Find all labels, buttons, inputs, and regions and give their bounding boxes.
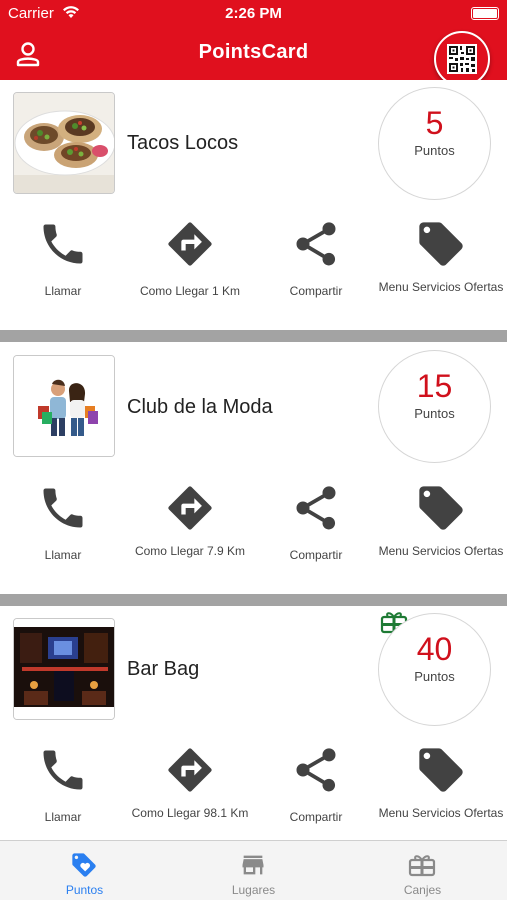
- status-bar: Carrier 2:26 PM: [0, 0, 507, 28]
- share-label: Compartir: [289, 548, 343, 562]
- app-title: PointsCard: [198, 41, 309, 63]
- share-button[interactable]: Compartir: [253, 210, 379, 320]
- directions-icon: [164, 744, 216, 796]
- call-label: Llamar: [44, 548, 82, 562]
- points-badge: 40 Puntos: [378, 613, 491, 726]
- qr-code-icon: [447, 44, 477, 74]
- points-badge: 5 Puntos: [378, 87, 491, 200]
- place-card-club-de-la-moda[interactable]: Club de la Moda 15 Puntos Llamar Como Ll…: [0, 342, 507, 594]
- menu-offers-button[interactable]: Menu Servicios Ofertas: [378, 736, 504, 840]
- share-icon: [290, 482, 342, 534]
- action-row: Llamar Como Llegar 1 Km Compartir Menu S…: [0, 210, 507, 320]
- share-icon: [290, 218, 342, 270]
- nav-bar: PointsCard: [0, 28, 507, 87]
- points-label: Puntos: [414, 406, 455, 421]
- place-image-tacos: [13, 92, 115, 194]
- place-name: Club de la Moda: [127, 396, 273, 418]
- place-name: Tacos Locos: [127, 132, 239, 154]
- tab-label: Puntos: [65, 883, 104, 897]
- directions-icon: [164, 218, 216, 270]
- action-row: Llamar Como Llegar 7.9 Km Compartir Menu…: [0, 474, 507, 584]
- tag-icon: [70, 851, 98, 879]
- share-button[interactable]: Compartir: [253, 474, 379, 584]
- battery-icon: [471, 7, 499, 20]
- points-value: 40: [416, 631, 453, 667]
- menu-offers-label: Menu Servicios Ofertas: [378, 544, 504, 558]
- menu-offers-button[interactable]: Menu Servicios Ofertas: [378, 474, 504, 584]
- place-image-fashion: [13, 355, 115, 457]
- share-icon: [290, 744, 342, 796]
- place-image-bar: [13, 618, 115, 720]
- status-time: 2:26 PM: [225, 5, 282, 22]
- share-button[interactable]: Compartir: [253, 736, 379, 840]
- tab-canjes[interactable]: Canjes: [338, 841, 507, 900]
- phone-icon: [37, 482, 89, 534]
- tab-puntos[interactable]: Puntos: [0, 841, 169, 900]
- points-label: Puntos: [414, 669, 455, 684]
- menu-offers-label: Menu Servicios Ofertas: [378, 280, 504, 294]
- tag-icon: [415, 218, 467, 270]
- phone-icon: [37, 218, 89, 270]
- call-button[interactable]: Llamar: [0, 210, 126, 320]
- card-separator: [0, 594, 507, 606]
- directions-label: Como Llegar 98.1 Km: [131, 806, 249, 820]
- points-value: 5: [425, 105, 444, 141]
- gift-card-icon: [408, 851, 436, 879]
- points-badge: 15 Puntos: [378, 350, 491, 463]
- directions-button[interactable]: Como Llegar 7.9 Km: [127, 474, 253, 584]
- directions-label: Como Llegar 7.9 Km: [134, 544, 246, 558]
- share-label: Compartir: [289, 810, 343, 824]
- tab-label: Canjes: [403, 883, 442, 897]
- call-label: Llamar: [44, 810, 82, 824]
- menu-offers-button[interactable]: Menu Servicios Ofertas: [378, 210, 504, 320]
- directions-label: Como Llegar 1 Km: [139, 284, 241, 298]
- tag-icon: [415, 744, 467, 796]
- store-icon: [239, 851, 267, 879]
- directions-icon: [164, 482, 216, 534]
- place-name: Bar Bag: [127, 658, 200, 680]
- qr-code-button[interactable]: [434, 31, 490, 87]
- place-card-bar-bag[interactable]: Bar Bag 40 Puntos Llamar Como Llegar 98.…: [0, 606, 507, 840]
- place-card-tacos-locos[interactable]: Tacos Locos 5 Puntos Llamar Como Llegar …: [0, 80, 507, 330]
- tab-label: Lugares: [231, 883, 276, 897]
- tab-lugares[interactable]: Lugares: [169, 841, 338, 900]
- directions-button[interactable]: Como Llegar 98.1 Km: [127, 736, 253, 840]
- call-button[interactable]: Llamar: [0, 736, 126, 840]
- tab-bar: Puntos Lugares Canjes: [0, 840, 507, 900]
- points-label: Puntos: [414, 143, 455, 158]
- card-separator: [0, 330, 507, 342]
- call-label: Llamar: [44, 284, 82, 298]
- phone-icon: [37, 744, 89, 796]
- share-label: Compartir: [289, 284, 343, 298]
- menu-offers-label: Menu Servicios Ofertas: [378, 806, 504, 820]
- action-row: Llamar Como Llegar 98.1 Km Compartir Men…: [0, 736, 507, 840]
- tag-icon: [415, 482, 467, 534]
- call-button[interactable]: Llamar: [0, 474, 126, 584]
- directions-button[interactable]: Como Llegar 1 Km: [127, 210, 253, 320]
- points-value: 15: [416, 368, 453, 404]
